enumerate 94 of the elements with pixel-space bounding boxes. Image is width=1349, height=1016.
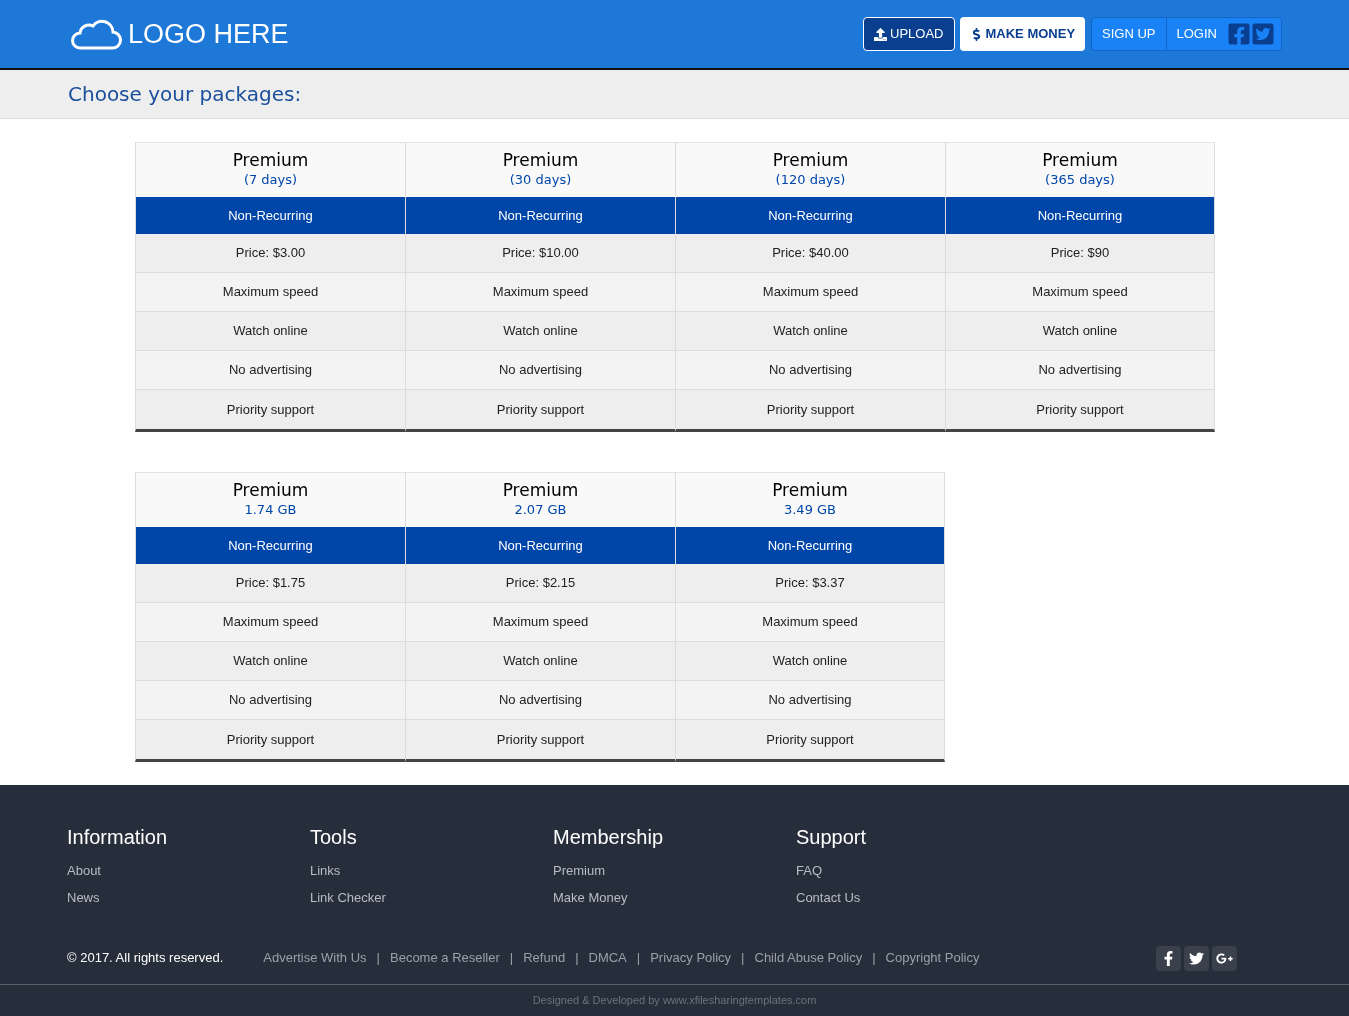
footer-heading: Tools (310, 825, 358, 849)
feature-cell: No advertising (676, 351, 945, 390)
feature-cell: No advertising (406, 351, 675, 390)
feature-cell: Price: $90 (946, 234, 1214, 273)
login-button[interactable]: LOGIN (1166, 18, 1227, 50)
feature-cell: Priority support (946, 390, 1214, 429)
feature-cell: Watch online (946, 312, 1214, 351)
feature-cell: No advertising (136, 681, 405, 720)
footer-policy-link[interactable]: Become a Reseller (390, 948, 500, 968)
feature-cell: No advertising (406, 681, 675, 720)
billing-bar: Non-Recurring (406, 197, 675, 234)
feature-cell: No advertising (136, 351, 405, 390)
package-title: Premium (232, 150, 309, 170)
separator: | (575, 949, 579, 968)
feature-cell: Priority support (136, 390, 405, 429)
feature-cell: No advertising (676, 681, 944, 720)
make-money-button[interactable]: MAKE MONEY (959, 17, 1086, 51)
google-plus-icon[interactable] (1212, 945, 1237, 971)
feature-cell: Maximum speed (676, 273, 945, 312)
feature-cell: Maximum speed (136, 273, 405, 312)
footer-policy-link[interactable]: Privacy Policy (650, 948, 732, 968)
feature-cell: Watch online (676, 642, 944, 681)
footer-heading: Membership (553, 825, 665, 849)
feature-cell: Maximum speed (406, 273, 675, 312)
copyright-text: © 2017. All rights reserved. (67, 949, 224, 968)
footer-link[interactable]: Contact Us (796, 884, 1039, 911)
feature-cell: Maximum speed (136, 603, 405, 642)
feature-cell: Priority support (406, 390, 675, 429)
feature-cell: Price: $3.37 (676, 564, 944, 603)
footer-link[interactable]: FAQ (796, 857, 1039, 884)
package-duration: 2.07 GB (514, 501, 567, 519)
package-duration: 3.49 GB (783, 501, 837, 519)
billing-bar: Non-Recurring (676, 527, 944, 564)
feature-cell: Price: $40.00 (676, 234, 945, 273)
feature-cell: Priority support (136, 720, 405, 759)
feature-cell: Maximum speed (406, 603, 675, 642)
sign-up-button[interactable]: SIGN UP (1092, 18, 1167, 50)
package-title: Premium (772, 150, 849, 170)
package-title: Premium (232, 480, 309, 500)
footer-link[interactable]: Make Money (553, 884, 796, 911)
separator: | (872, 949, 876, 968)
billing-bar: Non-Recurring (136, 527, 405, 564)
footer-policy-link[interactable]: Child Abuse Policy (754, 948, 863, 968)
package-duration: (7 days) (243, 171, 298, 189)
feature-cell: Maximum speed (676, 603, 944, 642)
separator: | (741, 949, 745, 968)
feature-cell: Priority support (676, 390, 945, 429)
separator: | (509, 949, 514, 968)
footer-link[interactable]: About (67, 857, 310, 884)
footer-policy-link[interactable]: DMCA (588, 948, 627, 968)
feature-cell: Watch online (136, 642, 405, 681)
footer-heading: Information (67, 825, 169, 849)
facebook-icon[interactable] (1156, 945, 1181, 971)
billing-bar: Non-Recurring (136, 197, 405, 234)
feature-cell: Price: $10.00 (406, 234, 675, 273)
page-title: Choose your packages: (68, 81, 302, 108)
feature-cell: Price: $2.15 (406, 564, 675, 603)
credit-text: Designed & Developed by www.xfilesharingtemplates.com (532, 993, 817, 1008)
feature-cell: Watch online (676, 312, 945, 351)
feature-cell: Watch online (136, 312, 405, 351)
feature-cell: Priority support (406, 720, 675, 759)
package-duration: (365 days) (1045, 171, 1115, 189)
billing-bar: Non-Recurring (406, 527, 675, 564)
feature-cell: Price: $1.75 (136, 564, 405, 603)
upload-icon (874, 27, 888, 41)
package-title: Premium (772, 480, 848, 500)
footer-policy-link[interactable]: Copyright Policy (885, 948, 980, 968)
package-duration: 1.74 GB (244, 501, 297, 519)
feature-cell: Priority support (676, 720, 944, 759)
footer-link[interactable]: Link Checker (310, 884, 553, 911)
footer-link[interactable]: Premium (553, 857, 796, 884)
package-title: Premium (1042, 150, 1118, 170)
separator: | (636, 949, 641, 968)
package-duration: (120 days) (775, 171, 846, 189)
footer-policy-link[interactable]: Refund (523, 948, 566, 968)
footer-heading: Support (796, 825, 868, 849)
twitter-icon[interactable] (1184, 945, 1209, 971)
feature-cell: Watch online (406, 312, 675, 351)
feature-cell: Watch online (406, 642, 675, 681)
upload-button[interactable]: UPLOAD (863, 17, 955, 51)
package-title: Premium (502, 150, 579, 170)
footer-link[interactable]: News (67, 884, 310, 911)
feature-cell: Maximum speed (946, 273, 1214, 312)
footer-link[interactable]: Links (310, 857, 553, 884)
logo-text: LOGO HERE (128, 17, 289, 51)
package-duration: (30 days) (509, 171, 572, 189)
billing-bar: Non-Recurring (946, 197, 1214, 234)
separator: | (376, 949, 380, 968)
package-title: Premium (502, 480, 579, 500)
feature-cell: Price: $3.00 (136, 234, 405, 273)
cloud-icon (68, 17, 122, 51)
billing-bar: Non-Recurring (676, 197, 945, 234)
feature-cell: No advertising (946, 351, 1214, 390)
footer-policy-link[interactable]: Advertise With Us (263, 948, 367, 968)
